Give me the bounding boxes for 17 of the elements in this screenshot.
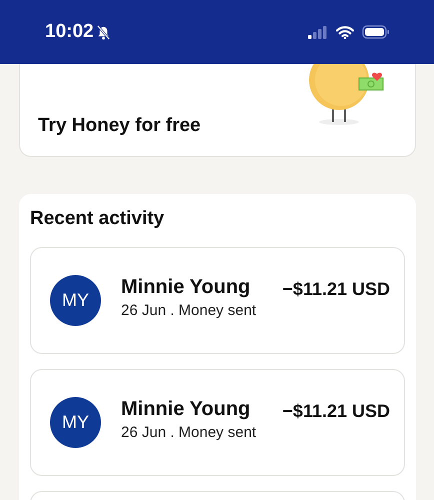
avatar: MY (50, 275, 101, 326)
clock-time: 10:02 (45, 21, 94, 43)
transaction-item[interactable]: MY Minnie Young 26 Jun . Money sent −$11.21 USD (30, 369, 405, 476)
signal-icon (308, 26, 328, 38)
section-title: Recent activity (30, 208, 166, 230)
promo-title: Try Honey for free (38, 115, 201, 137)
payee-name: Minnie Young (121, 276, 252, 299)
wifi-icon (336, 26, 354, 38)
avatar: MY (50, 397, 101, 448)
transaction-amount: −$11.21 USD (282, 401, 390, 422)
battery-icon (362, 25, 390, 39)
payee-name: Minnie Young (121, 398, 252, 421)
transaction-detail: 26 Jun . Money sent (121, 424, 258, 441)
transaction-detail: 26 Jun . Money sent (121, 302, 258, 319)
transaction-amount: −$11.21 USD (282, 279, 390, 300)
promo-card[interactable]: Try Honey for free (19, 64, 416, 157)
transaction-item[interactable]: MY Minnie Young 26 Jun . Money sent −$11.21 USD (30, 247, 405, 354)
